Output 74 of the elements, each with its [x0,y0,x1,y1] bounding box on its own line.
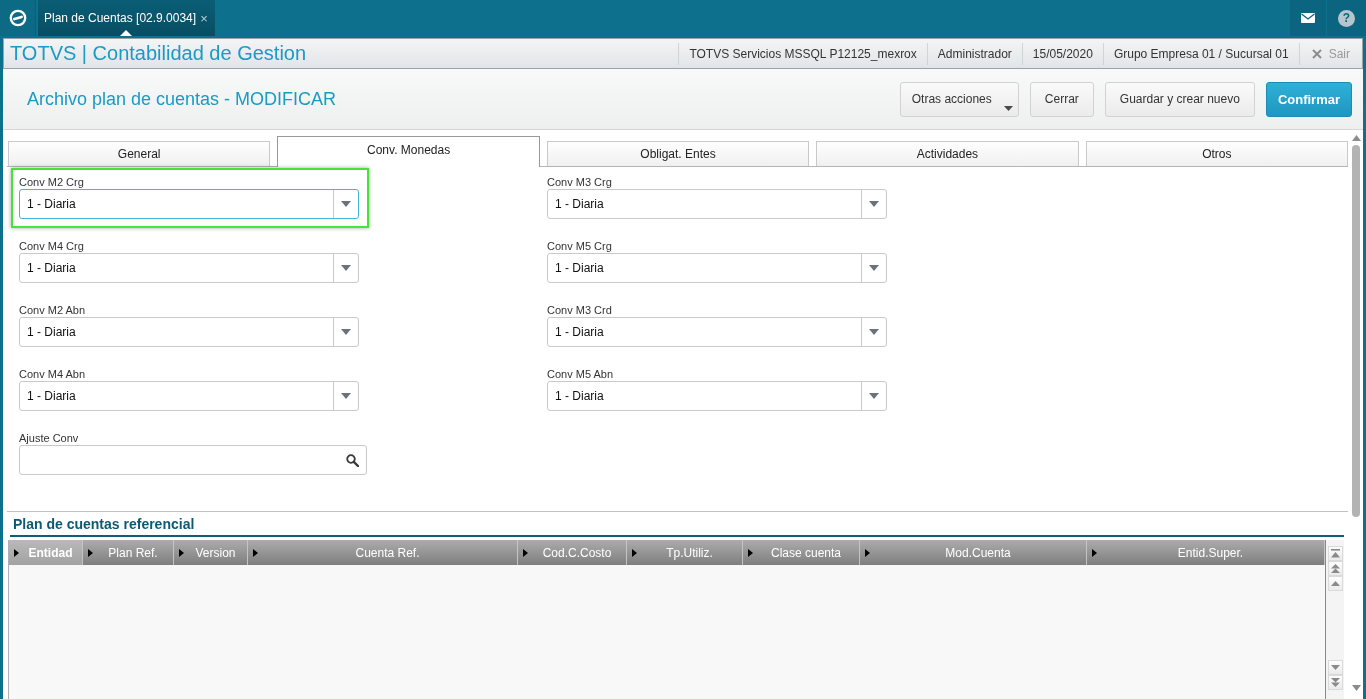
dropdown-field[interactable]: 1 - Diaria [547,381,887,411]
caret-down-icon [341,329,351,335]
page-up-button[interactable] [1328,561,1343,576]
close-icon [1311,48,1322,59]
more-actions-button[interactable]: Otras acciones [899,81,1019,117]
section-title: Plan de cuentas referencial [13,515,195,532]
scroll-down-icon[interactable] [1351,685,1361,691]
search-field[interactable] [19,445,367,475]
field-label: Conv M2 Crg [19,175,84,189]
dropdown-field[interactable]: 1 - Diaria [19,317,359,347]
tab[interactable]: Conv. Monedas [277,136,540,167]
envelope-icon [1301,13,1315,23]
caret-down-icon [341,265,351,271]
pointer-icon [120,30,133,36]
field-label: Ajuste Conv [19,431,79,445]
app-tab[interactable]: Plan de Cuentas [02.9.0034] × [38,0,215,36]
dropdown-field[interactable]: 1 - Diaria [19,381,359,411]
caret-right-icon [14,548,19,557]
field-label: Conv M5 Abn [547,367,614,381]
caret-right-icon [88,548,93,557]
tab[interactable]: General [8,141,271,166]
save-and-new-button[interactable]: Guardar y crear nuevo [1104,81,1255,117]
field-label: Conv M5 Crg [547,239,612,253]
caret-down-icon [341,393,351,399]
mail-button[interactable] [1290,0,1326,36]
caret-right-icon [748,548,753,557]
caret-right-icon [1092,548,1097,557]
caret-down-icon [341,201,351,207]
close-button[interactable]: Cerrar [1029,81,1094,117]
field-label: Conv M3 Crg [547,175,612,189]
caret-down-icon [869,393,879,399]
app-title: TOTVS | Contabilidad de Gestion [10,42,307,65]
logo-icon [8,9,27,27]
caret-right-icon [253,548,258,557]
field-label: Conv M4 Abn [19,367,86,381]
dropdown-field[interactable]: 1 - Diaria [19,189,359,219]
tab[interactable]: Actividades [816,141,1079,166]
search-icon [346,453,359,467]
first-row-button[interactable] [1328,546,1343,561]
caret-down-icon [1003,105,1013,111]
scrollbar-thumb[interactable] [1352,145,1360,517]
page-title: Archivo plan de cuentas - MODIFICAR [27,88,337,110]
dropdown-field[interactable]: 1 - Diaria [547,253,887,283]
close-tab-button[interactable]: × [200,10,208,26]
scroll-up-icon[interactable] [1351,135,1361,141]
help-button[interactable]: ? [1327,0,1366,36]
caret-right-icon [865,548,870,557]
page-down-button[interactable] [1328,675,1343,690]
field-label: Conv M3 Crd [547,303,612,317]
session-info-text: 15/05/2020 [1031,46,1094,61]
caret-down-icon [869,265,879,271]
session-info-text: Grupo Empresa 01 / Sucursal 01 [1112,46,1290,61]
home-button[interactable] [0,0,36,36]
double-up-arrow-icon [1331,564,1340,573]
dropdown-field[interactable]: 1 - Diaria [19,253,359,283]
dropdown-field[interactable]: 1 - Diaria [547,317,887,347]
session-info-text: Administrador [936,46,1013,61]
session-info-text: TOTVS Servicios MSSQL P12125_mexrox [688,46,918,61]
caret-down-icon [869,329,879,335]
tab[interactable]: Otros [1085,141,1349,166]
row-up-button[interactable] [1328,576,1343,591]
field-label: Conv M4 Crg [19,239,84,253]
dropdown-field[interactable]: 1 - Diaria [547,189,887,219]
tab[interactable]: Obligat. Entes [546,141,810,166]
caret-right-icon [632,548,637,557]
arrow-up-bar-icon [1331,549,1340,558]
down-arrow-icon [1331,663,1340,672]
caret-right-icon [179,548,184,557]
double-down-arrow-icon [1331,678,1340,687]
caret-right-icon [523,548,528,557]
field-label: Conv M2 Abn [19,303,86,317]
up-arrow-icon [1331,579,1340,588]
row-down-button[interactable] [1328,660,1343,675]
caret-down-icon [869,201,879,207]
